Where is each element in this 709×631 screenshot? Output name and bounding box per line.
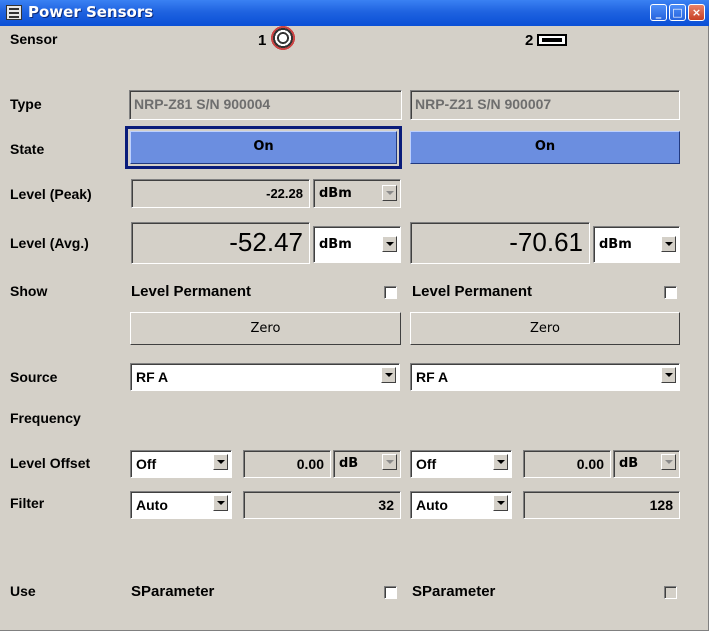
source-value: RF A bbox=[416, 369, 449, 385]
sensor-2-number: 2 bbox=[525, 32, 534, 49]
sensor-2-source-select[interactable]: RF A bbox=[410, 363, 680, 391]
chevron-down-icon[interactable] bbox=[213, 495, 228, 511]
sensor-1-use-label: SParameter bbox=[131, 583, 215, 600]
sensor-1-offset-unit-select: dB bbox=[333, 450, 401, 478]
source-value: RF A bbox=[136, 369, 169, 385]
sensor-2-zero-button[interactable]: Zero bbox=[410, 312, 680, 345]
sensor-1-offset-mode-select[interactable]: Off bbox=[130, 450, 232, 478]
sensor-2-offset-value: 0.00 bbox=[523, 450, 611, 478]
offset-mode-value: Off bbox=[416, 456, 437, 472]
chevron-down-icon[interactable] bbox=[661, 367, 676, 383]
filter-mode-value: Auto bbox=[416, 497, 448, 513]
offset-mode-value: Off bbox=[136, 456, 157, 472]
filter-mode-value: Auto bbox=[136, 497, 168, 513]
close-button[interactable]: × bbox=[688, 4, 705, 21]
sensor-1-type-field: NRP-Z81 S/N 900004 bbox=[129, 90, 402, 120]
sensor-1-level-peak-value: -22.28 bbox=[131, 179, 310, 208]
sensor-2-offset-unit-select: dB bbox=[613, 450, 680, 478]
usb-connector-icon bbox=[537, 34, 567, 46]
chevron-down-icon bbox=[661, 454, 676, 470]
chevron-down-icon[interactable] bbox=[382, 236, 397, 252]
show-label: Show bbox=[10, 283, 48, 299]
sensor-1-show-checkbox[interactable] bbox=[384, 286, 397, 299]
unit-text: dB bbox=[619, 456, 639, 471]
sensor-1-source-select[interactable]: RF A bbox=[130, 363, 400, 391]
chevron-down-icon[interactable] bbox=[661, 236, 676, 252]
sensor-2-level-avg-unit-select[interactable]: dBm bbox=[593, 226, 680, 263]
sensor-2-show-label: Level Permanent bbox=[412, 283, 533, 300]
sensor-2-filter-mode-select[interactable]: Auto bbox=[410, 491, 512, 519]
sensor-1-state-button[interactable]: On bbox=[130, 131, 397, 164]
chevron-down-icon[interactable] bbox=[493, 454, 508, 470]
sensor-1-offset-value: 0.00 bbox=[243, 450, 331, 478]
level-peak-label: Level (Peak) bbox=[10, 186, 92, 202]
sensor-2-use-checkbox bbox=[664, 586, 677, 599]
level-avg-label: Level (Avg.) bbox=[10, 235, 89, 251]
sensor-1-number: 1 bbox=[258, 32, 267, 49]
sensor-label: Sensor bbox=[10, 31, 58, 47]
chevron-down-icon bbox=[382, 454, 397, 470]
window-menu-icon[interactable] bbox=[6, 5, 22, 20]
sensor-2-state-button[interactable]: On bbox=[410, 131, 680, 164]
level-offset-label: Level Offset bbox=[10, 455, 91, 471]
state-label: State bbox=[10, 141, 45, 157]
unit-text: dB bbox=[339, 456, 359, 471]
chevron-down-icon[interactable] bbox=[381, 367, 396, 383]
unit-text: dBm bbox=[319, 186, 352, 201]
power-sensors-window: Power Sensors _ □ × Sensor Type State Le… bbox=[0, 0, 709, 631]
sensor-1-level-avg-value: -52.47 bbox=[131, 222, 310, 264]
sensor-2-use-label: SParameter bbox=[412, 583, 496, 600]
unit-text: dBm bbox=[319, 237, 352, 252]
filter-label: Filter bbox=[10, 495, 45, 511]
sensor-2-filter-value: 128 bbox=[523, 491, 680, 519]
type-label: Type bbox=[10, 96, 42, 112]
sensor-2-offset-mode-select[interactable]: Off bbox=[410, 450, 512, 478]
sensor-1-zero-button[interactable]: Zero bbox=[130, 312, 401, 345]
frequency-label: Frequency bbox=[10, 410, 81, 426]
minimize-button[interactable]: _ bbox=[650, 4, 667, 21]
sensor-1-show-label: Level Permanent bbox=[131, 283, 252, 300]
chevron-down-icon[interactable] bbox=[213, 454, 228, 470]
sensor-1-filter-mode-select[interactable]: Auto bbox=[130, 491, 232, 519]
sensor-1-level-avg-unit-select[interactable]: dBm bbox=[313, 226, 401, 263]
round-connector-icon bbox=[269, 24, 297, 52]
use-label: Use bbox=[10, 583, 36, 599]
unit-text: dBm bbox=[599, 237, 632, 252]
sensor-1-level-peak-unit-select: dBm bbox=[313, 179, 401, 208]
sensor-2-level-avg-value: -70.61 bbox=[410, 222, 590, 264]
window-title: Power Sensors bbox=[28, 3, 154, 21]
chevron-down-icon[interactable] bbox=[493, 495, 508, 511]
sensor-1-filter-value: 32 bbox=[243, 491, 401, 519]
title-bar[interactable]: Power Sensors _ □ × bbox=[0, 0, 709, 26]
maximize-button[interactable]: □ bbox=[669, 4, 686, 21]
source-label: Source bbox=[10, 369, 58, 385]
sensor-1-use-checkbox[interactable] bbox=[384, 586, 397, 599]
chevron-down-icon bbox=[382, 185, 397, 201]
sensor-2-type-field: NRP-Z21 S/N 900007 bbox=[410, 90, 680, 120]
sensor-2-show-checkbox[interactable] bbox=[664, 286, 677, 299]
